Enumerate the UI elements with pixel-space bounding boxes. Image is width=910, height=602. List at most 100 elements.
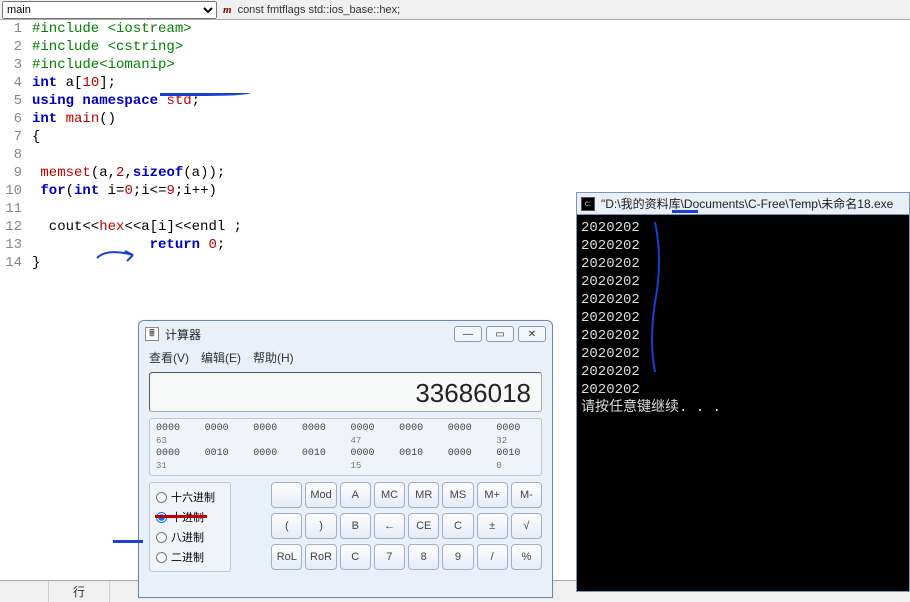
bit-label (253, 461, 292, 471)
bit-nibble: 0010 (205, 448, 244, 459)
console-titlebar[interactable]: c: "D:\我的资料库\Documents\C-Free\Temp\未命名18… (577, 193, 909, 215)
calc-btn-[interactable]: ← (374, 513, 405, 539)
bit-nibble: 0000 (156, 423, 195, 434)
calc-btn-9[interactable]: 9 (442, 544, 473, 570)
calc-btn-rol[interactable]: RoL (271, 544, 302, 570)
bits-grid: 0000000000000000000000000000000063473200… (149, 418, 542, 476)
line-number: 9 (0, 164, 22, 182)
line-number: 5 (0, 92, 22, 110)
code-line[interactable]: int a[10]; (32, 74, 910, 92)
line-number: 10 (0, 182, 22, 200)
line-number: 14 (0, 254, 22, 272)
calc-btn-ror[interactable]: RoR (305, 544, 336, 570)
code-line[interactable]: #include<iomanip> (32, 56, 910, 74)
bit-nibble: 0000 (253, 423, 292, 434)
calc-btn-blank[interactable] (271, 482, 302, 508)
bit-label: 32 (496, 436, 535, 446)
bit-label (399, 436, 438, 446)
calc-btn-m[interactable]: M+ (477, 482, 508, 508)
code-line[interactable]: memset(a,2,sizeof(a)); (32, 164, 910, 182)
scope-dropdown[interactable]: main (2, 1, 217, 19)
console-app-icon: c: (581, 197, 595, 211)
calculator-menu: 查看(V) 编辑(E) 帮助(H) (139, 347, 552, 372)
calc-btn-c[interactable]: C (442, 513, 473, 539)
calculator-buttons: ModAMCMRMSM+M-()B←CEC±√RoLRoRC789/% (237, 482, 542, 572)
radix-radio[interactable] (156, 512, 167, 523)
calculator-window[interactable]: 🖩 计算器 — ▭ ✕ 查看(V) 编辑(E) 帮助(H) 33686018 0… (138, 320, 553, 598)
radix-option-dec[interactable]: 十进制 (156, 507, 224, 527)
code-line[interactable]: #include <iostream> (32, 20, 910, 38)
bit-nibble: 0000 (496, 423, 535, 434)
radix-group: 十六进制十进制八进制二进制 (149, 482, 231, 572)
menu-view[interactable]: 查看(V) (149, 349, 189, 366)
calc-btn-[interactable]: ( (271, 513, 302, 539)
bit-label (448, 436, 487, 446)
bit-label (399, 461, 438, 471)
radix-option-hex[interactable]: 十六进制 (156, 487, 224, 507)
radix-radio[interactable] (156, 492, 167, 503)
calculator-app-icon: 🖩 (145, 327, 159, 341)
symbol-text: const fmtflags std::ios_base::hex; (238, 4, 401, 16)
calc-btn-ms[interactable]: MS (442, 482, 473, 508)
bit-nibble: 0010 (496, 448, 535, 459)
bit-nibble: 0010 (302, 448, 341, 459)
radix-radio[interactable] (156, 552, 167, 563)
calc-btn-b[interactable]: B (340, 513, 371, 539)
line-number: 2 (0, 38, 22, 56)
calc-btn-[interactable]: √ (511, 513, 542, 539)
calc-btn-m[interactable]: M- (511, 482, 542, 508)
bit-nibble: 0000 (351, 448, 390, 459)
close-button[interactable]: ✕ (518, 326, 546, 342)
calc-btn-[interactable]: % (511, 544, 542, 570)
code-line[interactable] (32, 146, 910, 164)
code-line[interactable]: { (32, 128, 910, 146)
console-title-text: "D:\我的资料库\Documents\C-Free\Temp\未命名18.ex… (601, 195, 893, 212)
bit-label (448, 461, 487, 471)
bit-nibble: 0000 (351, 423, 390, 434)
bit-label: 0 (496, 461, 535, 471)
minimize-button[interactable]: — (454, 326, 482, 342)
line-number: 1 (0, 20, 22, 38)
bit-label: 63 (156, 436, 195, 446)
code-line[interactable]: int main() (32, 110, 910, 128)
bit-label: 15 (351, 461, 390, 471)
calc-btn-mc[interactable]: MC (374, 482, 405, 508)
radix-option-oct[interactable]: 八进制 (156, 527, 224, 547)
calc-btn-a[interactable]: A (340, 482, 371, 508)
console-output: 2020202 2020202 2020202 2020202 2020202 … (577, 215, 909, 421)
calc-btn-[interactable]: / (477, 544, 508, 570)
line-number: 13 (0, 236, 22, 254)
status-line-label: 行 (49, 581, 110, 602)
bit-nibble: 0000 (399, 423, 438, 434)
calc-btn-mr[interactable]: MR (408, 482, 439, 508)
bit-label: 31 (156, 461, 195, 471)
calc-btn-mod[interactable]: Mod (305, 482, 336, 508)
menu-edit[interactable]: 编辑(E) (201, 349, 241, 366)
calculator-titlebar[interactable]: 🖩 计算器 — ▭ ✕ (139, 321, 552, 347)
bit-nibble: 0000 (253, 448, 292, 459)
bit-nibble: 0000 (448, 448, 487, 459)
code-line[interactable]: using namespace std; (32, 92, 910, 110)
calc-btn-[interactable]: ± (477, 513, 508, 539)
bit-nibble: 0010 (399, 448, 438, 459)
radix-label: 八进制 (171, 529, 204, 545)
radix-radio[interactable] (156, 532, 167, 543)
calc-btn-ce[interactable]: CE (408, 513, 439, 539)
bit-label (302, 461, 341, 471)
calc-btn-8[interactable]: 8 (408, 544, 439, 570)
console-window[interactable]: c: "D:\我的资料库\Documents\C-Free\Temp\未命名18… (576, 192, 910, 592)
calc-btn-c[interactable]: C (340, 544, 371, 570)
line-number: 11 (0, 200, 22, 218)
code-line[interactable]: #include <cstring> (32, 38, 910, 56)
bit-label (302, 436, 341, 446)
maximize-button[interactable]: ▭ (486, 326, 514, 342)
line-number: 3 (0, 56, 22, 74)
calc-btn-7[interactable]: 7 (374, 544, 405, 570)
line-number: 6 (0, 110, 22, 128)
calc-btn-[interactable]: ) (305, 513, 336, 539)
radix-option-bin[interactable]: 二进制 (156, 547, 224, 567)
menu-help[interactable]: 帮助(H) (253, 349, 294, 366)
bit-label (205, 436, 244, 446)
line-number: 8 (0, 146, 22, 164)
line-number: 4 (0, 74, 22, 92)
